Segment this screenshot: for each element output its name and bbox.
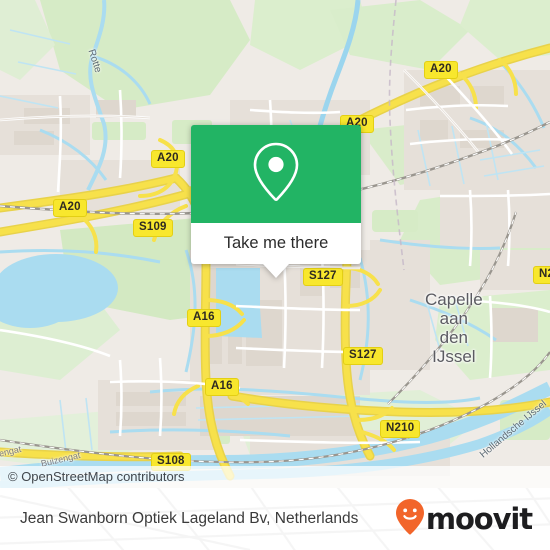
attribution-text: © OpenStreetMap contributors bbox=[8, 469, 185, 484]
road-shield-a16-lower[interactable]: A16 bbox=[205, 378, 239, 396]
popup-pin-area bbox=[191, 125, 361, 223]
take-me-there-label: Take me there bbox=[223, 234, 329, 252]
moovit-smiley-pin-icon bbox=[395, 498, 425, 541]
popup-pointer-tail bbox=[263, 264, 289, 278]
location-pin-icon bbox=[248, 140, 304, 209]
road-shield-a16-upper[interactable]: A16 bbox=[187, 309, 221, 327]
footer-bar: Jean Swanborn Optiek Lageland Bv, Nether… bbox=[0, 488, 550, 550]
road-shield-a20-center[interactable]: A20 bbox=[151, 150, 185, 168]
road-shield-a20-topright[interactable]: A20 bbox=[424, 61, 458, 79]
take-me-there-button[interactable]: Take me there bbox=[191, 223, 361, 264]
map-attribution[interactable]: © OpenStreetMap contributors bbox=[0, 466, 550, 488]
road-shield-a20-left[interactable]: A20 bbox=[53, 199, 87, 217]
map-viewport[interactable]: A20 A20 A20 S109 S127 S127 A16 A16 S108 … bbox=[0, 0, 550, 488]
page-title: Jean Swanborn Optiek Lageland Bv, Nether… bbox=[20, 510, 359, 527]
road-shield-n2-clipped[interactable]: N2 bbox=[533, 266, 550, 284]
road-shield-s109[interactable]: S109 bbox=[133, 219, 173, 237]
moovit-logo[interactable]: moovit bbox=[395, 498, 533, 541]
map-screenshot: A20 A20 A20 S109 S127 S127 A16 A16 S108 … bbox=[0, 0, 550, 550]
moovit-wordmark: moovit bbox=[425, 501, 533, 536]
road-shield-s127-upper[interactable]: S127 bbox=[303, 268, 343, 286]
road-shield-s127-lower[interactable]: S127 bbox=[343, 347, 383, 365]
place-label-capelle-aan-den-ijssel: Capelle aan den IJssel bbox=[425, 290, 483, 366]
road-shield-n210[interactable]: N210 bbox=[380, 420, 421, 438]
location-popup-card[interactable]: Take me there bbox=[191, 125, 361, 278]
